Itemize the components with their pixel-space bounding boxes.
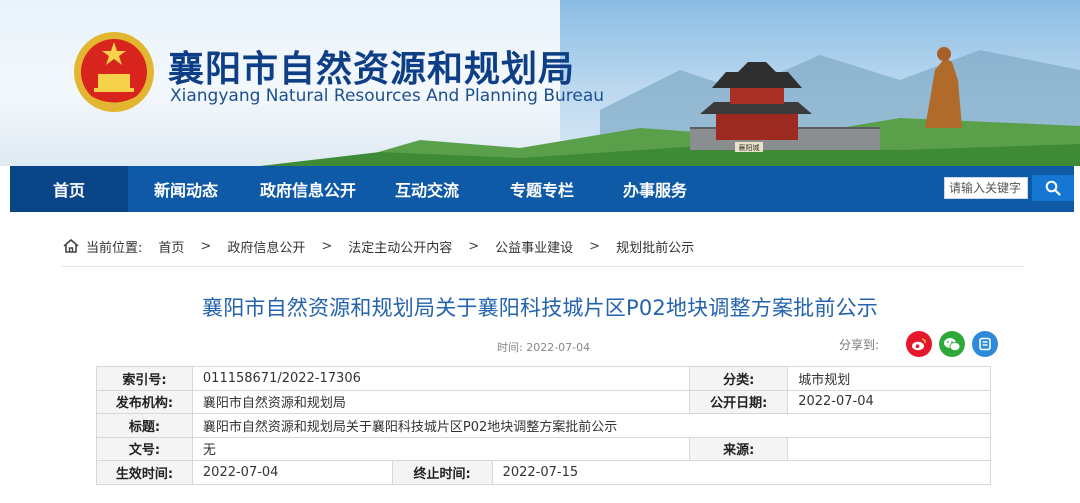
table-row: 生效时间: 2022-07-04 终止时间: 2022-07-15 <box>96 460 992 485</box>
source-value <box>787 436 991 461</box>
site-subtitle: Xiangyang Natural Resources And Planning… <box>170 86 605 106</box>
article-meta: 时间: 2022-07-04 分享到: <box>0 331 1080 357</box>
end-value: 2022-07-15 <box>491 460 992 485</box>
effective-value: 2022-07-04 <box>191 460 393 485</box>
gate-plaque-text: 襄阳城 <box>739 143 760 152</box>
publisher-value: 襄阳市自然资源和规划局 <box>191 389 691 414</box>
search-input[interactable] <box>944 177 1028 199</box>
share-label: 分享到: <box>839 338 880 352</box>
nav-item-home[interactable]: 首页 <box>10 166 128 212</box>
subject-value: 襄阳市自然资源和规划局关于襄阳科技城片区P02地块调整方案批前公示 <box>191 413 992 438</box>
doc-no-value: 无 <box>191 436 691 461</box>
table-row: 标题: 襄阳市自然资源和规划局关于襄阳科技城片区P02地块调整方案批前公示 <box>96 413 992 438</box>
site-title: 襄阳市自然资源和规划局 <box>168 49 576 90</box>
breadcrumb-separator: > <box>589 238 601 254</box>
table-row: 文号: 无 来源: <box>96 436 991 461</box>
publish-time-value: 2022-07-04 <box>526 341 591 354</box>
breadcrumb-planning-notice[interactable]: 规划批前公示 <box>616 237 694 256</box>
search-icon <box>1045 180 1061 196</box>
weibo-glyph-icon <box>912 338 926 351</box>
breadcrumb-separator: > <box>321 238 333 254</box>
index-value: 011158671/2022-17306 <box>191 366 691 391</box>
search-box <box>944 175 1074 201</box>
search-button[interactable] <box>1032 175 1074 201</box>
category-value: 城市规划 <box>787 366 991 391</box>
document-info-table: 索引号: 011158671/2022-17306 分类: 城市规划 发布机构:… <box>96 366 992 485</box>
share-more-icon[interactable] <box>972 331 998 357</box>
nav-item-gov-info[interactable]: 政府信息公开 <box>244 166 372 212</box>
breadcrumb-gov-info[interactable]: 政府信息公开 <box>227 237 305 256</box>
index-label: 索引号: <box>96 366 193 391</box>
publish-time: 时间: 2022-07-04 <box>497 339 590 355</box>
subject-label: 标题: <box>96 413 193 438</box>
wechat-glyph-icon <box>944 337 961 351</box>
breadcrumb-separator: > <box>200 238 212 254</box>
main-nav: 首页 新闻动态 政府信息公开 互动交流 专题专栏 办事服务 <box>10 166 1074 212</box>
national-emblem-icon <box>74 32 154 112</box>
nav-item-interaction[interactable]: 互动交流 <box>372 166 482 212</box>
table-row: 发布机构: 襄阳市自然资源和规划局 公开日期: 2022-07-04 <box>96 389 991 414</box>
end-label: 终止时间: <box>391 460 493 485</box>
breadcrumb-statutory[interactable]: 法定主动公开内容 <box>348 237 452 256</box>
table-row: 索引号: 011158671/2022-17306 分类: 城市规划 <box>96 366 991 391</box>
publish-time-label: 时间: <box>497 341 523 354</box>
nav-item-topics[interactable]: 专题专栏 <box>482 166 602 212</box>
share-weibo-icon[interactable] <box>906 331 932 357</box>
doc-no-label: 文号: <box>96 436 193 461</box>
breadcrumb-home[interactable]: 首页 <box>158 237 184 256</box>
nav-item-services[interactable]: 办事服务 <box>602 166 708 212</box>
publish-date-value: 2022-07-04 <box>787 389 991 414</box>
publish-date-label: 公开日期: <box>689 389 789 414</box>
breadcrumb-prefix: 当前位置: <box>86 240 143 256</box>
breadcrumb-public-welfare[interactable]: 公益事业建设 <box>495 237 573 256</box>
breadcrumb: 当前位置: 首页 > 政府信息公开 > 法定主动公开内容 > 公益事业建设 > … <box>62 236 694 256</box>
share-wechat-icon[interactable] <box>939 331 965 357</box>
share-glyph-icon <box>979 337 991 351</box>
nav-item-news[interactable]: 新闻动态 <box>128 166 244 212</box>
article-title: 襄阳市自然资源和规划局关于襄阳科技城片区P02地块调整方案批前公示 <box>202 296 878 320</box>
effective-label: 生效时间: <box>96 460 193 485</box>
home-icon <box>63 239 79 253</box>
publisher-label: 发布机构: <box>96 389 193 414</box>
breadcrumb-separator: > <box>468 238 480 254</box>
category-label: 分类: <box>689 366 789 391</box>
breadcrumb-divider <box>62 266 1024 267</box>
source-label: 来源: <box>689 436 789 461</box>
header-banner: 襄阳城 襄阳市自然资源和规划局 Xiangyang Natural Resour… <box>0 0 1080 166</box>
